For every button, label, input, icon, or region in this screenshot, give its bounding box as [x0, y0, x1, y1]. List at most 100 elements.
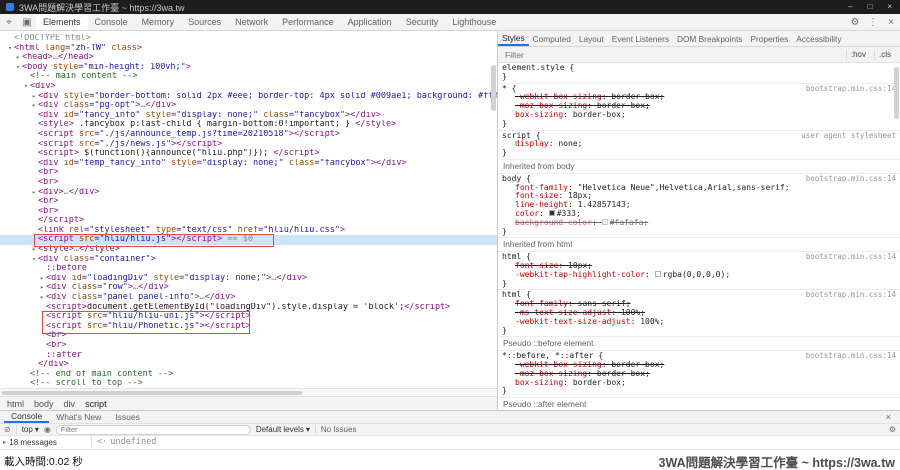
- tree-node-selected[interactable]: <script src="hliu/hliu.js"></script> == …: [0, 235, 497, 245]
- tree-node[interactable]: <script src="./js/news.js"></script>: [0, 140, 497, 150]
- tree-node[interactable]: ▸<div id="loadingDiv" style="display: no…: [0, 274, 497, 284]
- tree-node[interactable]: ▸<div class="panel panel-info">…</div>: [0, 293, 497, 303]
- css-source-link[interactable]: user agent stylesheet: [795, 132, 896, 141]
- css-property[interactable]: color: #333;: [502, 210, 896, 219]
- tree-node[interactable]: ▸<div style="border-bottom: solid 2px #e…: [0, 92, 497, 102]
- css-property[interactable]: -moz-box-sizing: border-box;: [502, 102, 896, 111]
- collapsed-arrow-icon[interactable]: ▸: [30, 245, 38, 255]
- css-property[interactable]: font-size: 18px;: [502, 192, 896, 201]
- tree-node[interactable]: </div>: [0, 360, 497, 370]
- styles-filter-input[interactable]: [503, 49, 842, 61]
- close-drawer-icon[interactable]: ×: [881, 411, 896, 423]
- tree-node[interactable]: <!-- scroll to top -->: [0, 379, 497, 388]
- css-property[interactable]: -webkit-box-sizing: border-box;: [502, 361, 896, 370]
- close-window-button[interactable]: ×: [887, 3, 892, 11]
- css-selector[interactable]: html {: [502, 253, 531, 262]
- tree-node[interactable]: </script>: [0, 216, 497, 226]
- css-source-link[interactable]: bootstrap.min.css:14: [800, 175, 896, 184]
- console-sidebar-item[interactable]: 18 messages: [9, 438, 57, 447]
- css-selector[interactable]: html {: [502, 291, 531, 300]
- tab-properties[interactable]: Properties: [746, 31, 792, 46]
- tree-node[interactable]: ▾<div>: [0, 82, 497, 92]
- tree-node[interactable]: <br>: [0, 197, 497, 207]
- tree-node[interactable]: ▾<body style="min-height: 100vh;">: [0, 63, 497, 73]
- expanded-arrow-icon[interactable]: ▾: [6, 44, 14, 54]
- expanded-arrow-icon[interactable]: ▾: [22, 82, 30, 92]
- tree-node[interactable]: <br>: [0, 341, 497, 351]
- css-source-link[interactable]: bootstrap.min.css:14: [800, 85, 896, 94]
- css-property[interactable]: font-size: 10px;: [502, 262, 896, 271]
- tab-event-listeners[interactable]: Event Listeners: [608, 31, 673, 46]
- tree-node[interactable]: <br>: [0, 207, 497, 217]
- inspect-element-icon[interactable]: ⌖: [0, 14, 18, 30]
- tab-accessibility[interactable]: Accessibility: [792, 31, 845, 46]
- tab-memory[interactable]: Memory: [135, 14, 182, 30]
- css-source-link[interactable]: bootstrap.min.css:14: [800, 291, 896, 300]
- tree-node[interactable]: ::after: [0, 351, 497, 361]
- tree-node[interactable]: ▸<div>…</div>: [0, 188, 497, 198]
- tree-node[interactable]: ▸<style>…</style>: [0, 245, 497, 255]
- breadcrumb-script[interactable]: script: [85, 399, 107, 409]
- tab-sources[interactable]: Sources: [181, 14, 228, 30]
- css-property[interactable]: box-sizing: border-box;: [502, 111, 896, 120]
- css-selector[interactable]: element.style {: [502, 64, 574, 73]
- css-property[interactable]: -webkit-box-sizing: border-box;: [502, 93, 896, 102]
- tree-node[interactable]: ▸<div class="pg-opt">…</div>: [0, 101, 497, 111]
- tab-network[interactable]: Network: [228, 14, 275, 30]
- css-selector[interactable]: script {: [502, 132, 541, 141]
- css-property[interactable]: -webkit-text-size-adjust: 100%;: [502, 318, 896, 327]
- collapsed-arrow-icon[interactable]: ▸: [30, 101, 38, 111]
- css-property[interactable]: -webkit-tap-highlight-color: rgba(0,0,0,…: [502, 271, 896, 280]
- collapsed-arrow-icon[interactable]: ▸: [3, 438, 6, 446]
- tree-node[interactable]: ▸<head>…</head>: [0, 53, 497, 63]
- context-selector[interactable]: top ▾: [22, 425, 39, 434]
- tab-layout[interactable]: Layout: [575, 31, 608, 46]
- close-devtools-icon[interactable]: ×: [882, 14, 900, 30]
- css-property[interactable]: line-height: 1.42857143;: [502, 201, 896, 210]
- tab-dom-breakpoints[interactable]: DOM Breakpoints: [673, 31, 746, 46]
- css-source-link[interactable]: bootstrap.min.css:14: [800, 352, 896, 361]
- css-property[interactable]: font-family: sans-serif;: [502, 300, 896, 309]
- tab-styles[interactable]: Styles: [498, 31, 529, 46]
- css-property[interactable]: font-family: "Helvetica Neue",Helvetica,…: [502, 184, 896, 193]
- settings-gear-icon[interactable]: ⚙: [846, 14, 864, 30]
- collapsed-arrow-icon[interactable]: ▸: [30, 92, 38, 102]
- collapsed-arrow-icon[interactable]: ▸: [38, 283, 46, 293]
- collapsed-arrow-icon[interactable]: ▸: [38, 274, 46, 284]
- tree-node[interactable]: <script>document.getElementById("loading…: [0, 303, 497, 313]
- expanded-arrow-icon[interactable]: ▾: [14, 63, 22, 73]
- css-selector[interactable]: *::before, *::after {: [502, 352, 603, 361]
- css-selector[interactable]: * {: [502, 85, 516, 94]
- tree-node[interactable]: ::before: [0, 264, 497, 274]
- tab-elements[interactable]: Elements: [36, 14, 88, 30]
- color-swatch[interactable]: [602, 219, 608, 225]
- console-filter-input[interactable]: [56, 425, 251, 435]
- expanded-arrow-icon[interactable]: ▾: [30, 255, 38, 265]
- hover-state-toggle[interactable]: :hov: [846, 50, 870, 60]
- tree-node[interactable]: <!-- main content -->: [0, 72, 497, 82]
- console-settings-gear-icon[interactable]: ⚙: [889, 425, 896, 434]
- css-source-link[interactable]: bootstrap.min.css:14: [800, 253, 896, 262]
- maximize-button[interactable]: □: [867, 3, 872, 11]
- tree-node[interactable]: ▾<div class="container">: [0, 255, 497, 265]
- tree-node[interactable]: <br>: [0, 168, 497, 178]
- tree-node[interactable]: <script> $(function(){announce("hliu.php…: [0, 149, 497, 159]
- collapsed-arrow-icon[interactable]: ▸: [14, 53, 22, 63]
- tree-node[interactable]: <style> .fancybox p:last-child { margin-…: [0, 120, 497, 130]
- more-options-icon[interactable]: ⋮: [864, 14, 882, 30]
- tab-issues[interactable]: Issues: [108, 411, 147, 423]
- device-toolbar-icon[interactable]: ▣: [18, 14, 36, 30]
- tree-node[interactable]: <!-- end of main content -->: [0, 370, 497, 380]
- tree-node[interactable]: <script src="hliu/Phonetic.js"></script>: [0, 322, 497, 332]
- collapsed-arrow-icon[interactable]: ▸: [38, 293, 46, 303]
- styles-scrollbar[interactable]: [894, 67, 899, 119]
- elements-hscrollbar[interactable]: [0, 388, 497, 396]
- tab-console[interactable]: Console: [88, 14, 135, 30]
- css-selector[interactable]: body {: [502, 175, 531, 184]
- tab-performance[interactable]: Performance: [275, 14, 341, 30]
- tree-node[interactable]: <script src="./js/announce_temp.js?time=…: [0, 130, 497, 140]
- tab-security[interactable]: Security: [399, 14, 446, 30]
- breadcrumb-body[interactable]: body: [34, 399, 54, 409]
- tree-node[interactable]: ▾<html lang="zh-TW" class>: [0, 44, 497, 54]
- class-toggle[interactable]: .cls: [874, 50, 895, 60]
